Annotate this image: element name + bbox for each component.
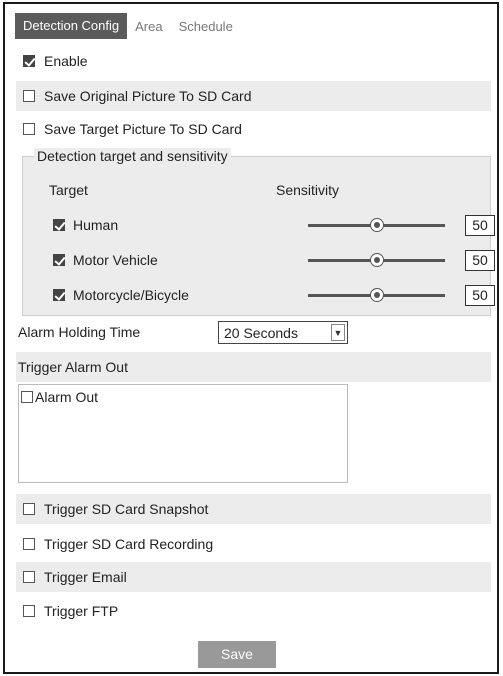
human-label: Human — [73, 217, 119, 233]
save-original-label: Save Original Picture To SD Card — [44, 88, 252, 104]
save-original-checkbox[interactable] — [23, 90, 35, 102]
enable-row: Enable — [16, 46, 491, 76]
save-target-row: Save Target Picture To SD Card — [16, 114, 491, 144]
motorcycle-bicycle-checkbox[interactable] — [53, 289, 65, 301]
sd-snapshot-label: Trigger SD Card Snapshot — [44, 501, 209, 517]
motorcycle-bicycle-sensitivity-slider[interactable] — [308, 288, 445, 302]
detection-target-group: Detection target and sensitivity Target … — [22, 148, 495, 316]
tab-detection-config[interactable]: Detection Config — [15, 13, 128, 39]
detection-config-panel: Detection Config Area Schedule Enable Sa… — [3, 2, 499, 674]
tab-area[interactable]: Area — [127, 15, 170, 39]
motorcycle-bicycle-sensitivity-value[interactable]: 50 — [465, 285, 495, 306]
enable-label: Enable — [44, 53, 88, 69]
tab-schedule[interactable]: Schedule — [171, 15, 241, 39]
email-label: Trigger Email — [44, 569, 127, 585]
target-row-motorcycle-bicycle: Motorcycle/Bicycle 50 — [53, 283, 495, 307]
human-sensitivity-slider[interactable] — [308, 218, 445, 232]
motor-vehicle-sensitivity-slider[interactable] — [308, 253, 445, 267]
email-checkbox[interactable] — [23, 571, 35, 583]
slider-knob[interactable] — [369, 288, 384, 302]
save-target-checkbox[interactable] — [23, 123, 35, 135]
target-row-motor-vehicle: Motor Vehicle 50 — [53, 248, 495, 272]
human-checkbox[interactable] — [53, 219, 65, 231]
sensitivity-header: Sensitivity — [276, 182, 340, 198]
ftp-checkbox[interactable] — [23, 605, 35, 617]
target-header: Target — [49, 182, 88, 198]
save-target-label: Save Target Picture To SD Card — [44, 121, 242, 137]
trigger-sd-recording-row: Trigger SD Card Recording — [16, 529, 491, 559]
slider-knob[interactable] — [369, 253, 384, 267]
sd-recording-label: Trigger SD Card Recording — [44, 536, 214, 552]
trigger-email-row: Trigger Email — [16, 562, 491, 592]
alarm-holding-label: Alarm Holding Time — [18, 324, 141, 340]
target-row-human: Human 50 — [53, 213, 495, 237]
save-original-row: Save Original Picture To SD Card — [16, 81, 491, 111]
alarm-holding-select[interactable]: 20 Seconds ▼ — [218, 321, 348, 344]
trigger-alarm-out-label: Trigger Alarm Out — [18, 359, 128, 375]
motor-vehicle-sensitivity-value[interactable]: 50 — [465, 250, 495, 271]
tab-bar: Detection Config Area Schedule — [15, 12, 241, 39]
motorcycle-bicycle-label: Motorcycle/Bicycle — [73, 287, 189, 303]
ftp-label: Trigger FTP — [44, 603, 119, 619]
detection-group-title: Detection target and sensitivity — [34, 148, 231, 164]
sd-snapshot-checkbox[interactable] — [23, 503, 35, 515]
alarm-out-checkbox[interactable] — [21, 391, 33, 403]
trigger-sd-snapshot-row: Trigger SD Card Snapshot — [16, 494, 491, 524]
alarm-out-list: Alarm Out — [18, 384, 348, 483]
trigger-ftp-row: Trigger FTP — [16, 596, 491, 626]
chevron-down-icon[interactable]: ▼ — [331, 324, 345, 341]
sd-recording-checkbox[interactable] — [23, 538, 35, 550]
alarm-holding-value: 20 Seconds — [224, 324, 298, 341]
human-sensitivity-value[interactable]: 50 — [465, 215, 495, 236]
save-button[interactable]: Save — [198, 641, 276, 668]
alarm-out-label: Alarm Out — [35, 389, 99, 405]
motor-vehicle-label: Motor Vehicle — [73, 252, 158, 268]
slider-knob[interactable] — [369, 218, 384, 232]
alarm-out-item: Alarm Out — [21, 389, 98, 405]
trigger-alarm-out-row: Trigger Alarm Out — [16, 352, 491, 382]
enable-checkbox[interactable] — [23, 55, 35, 67]
motor-vehicle-checkbox[interactable] — [53, 254, 65, 266]
